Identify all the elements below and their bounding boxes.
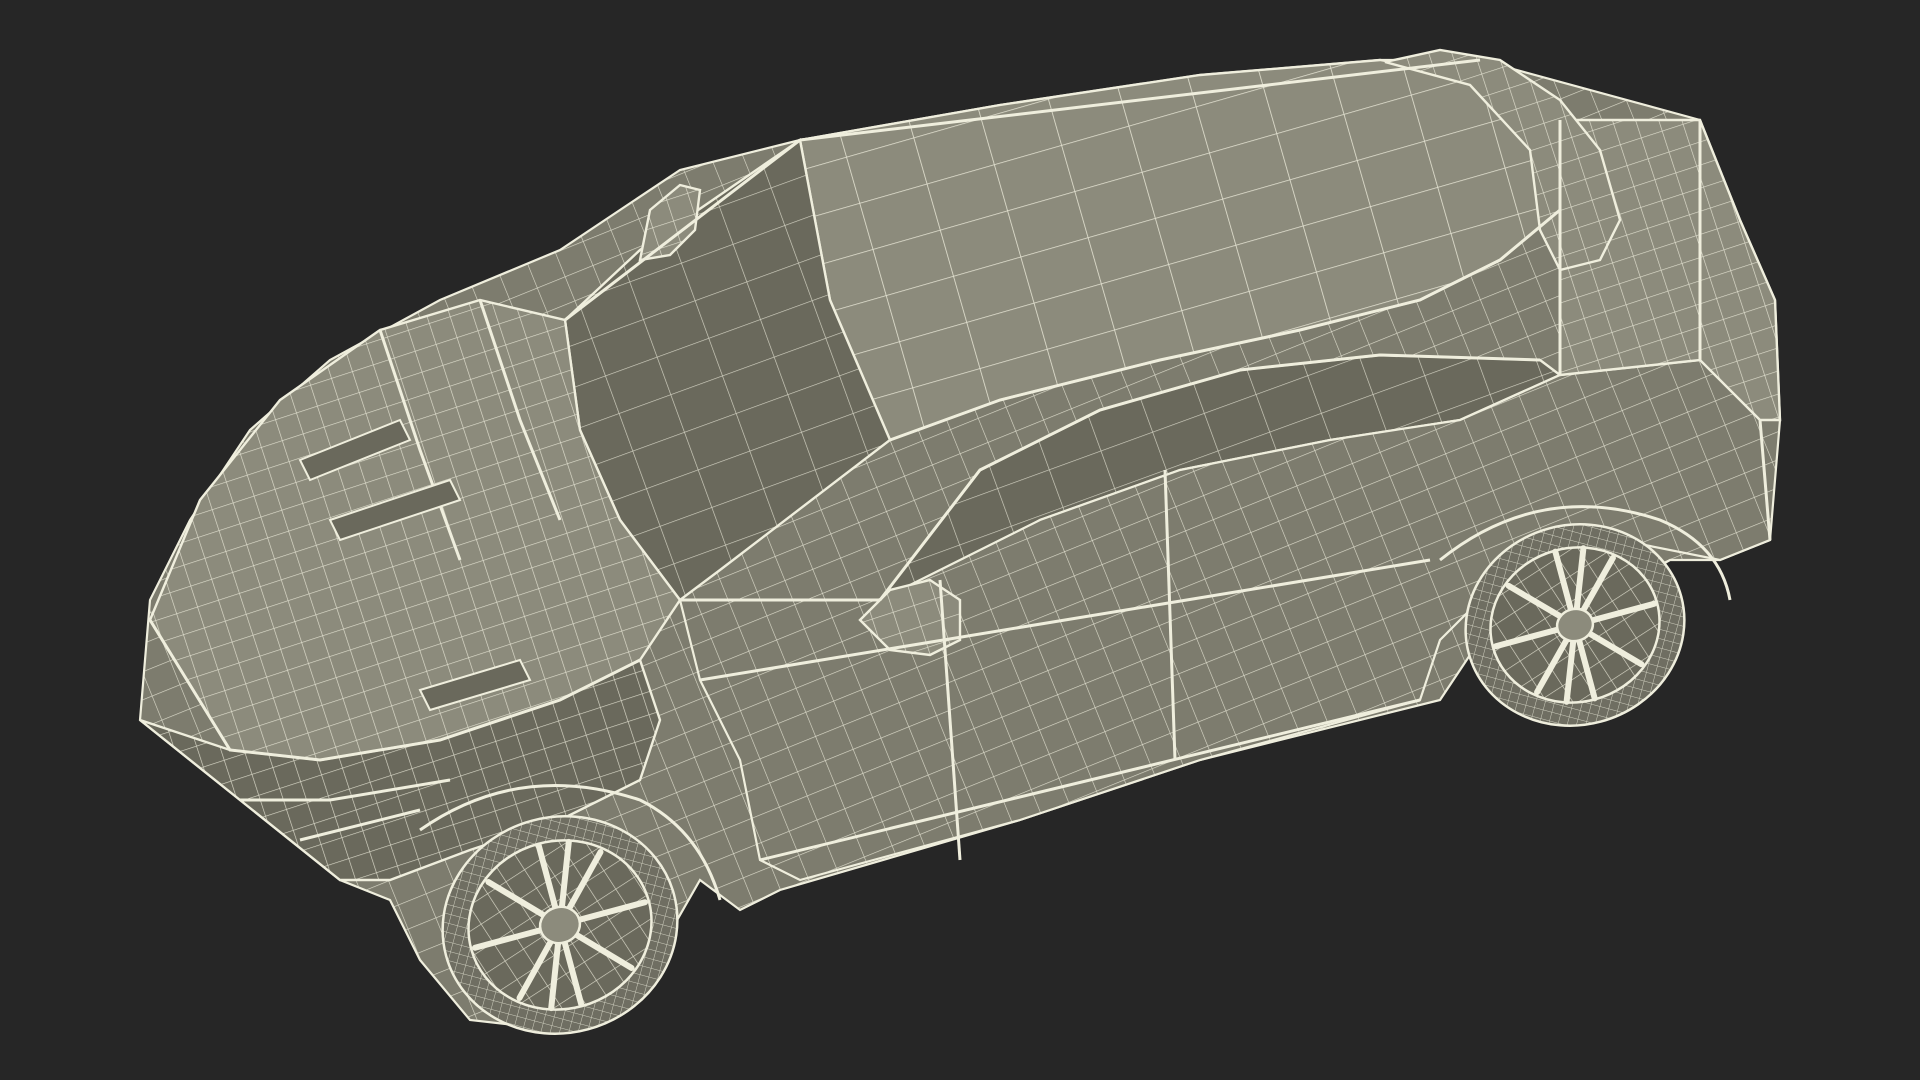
car-wireframe-render bbox=[138, 48, 1782, 1035]
render-viewport bbox=[0, 0, 1920, 1080]
